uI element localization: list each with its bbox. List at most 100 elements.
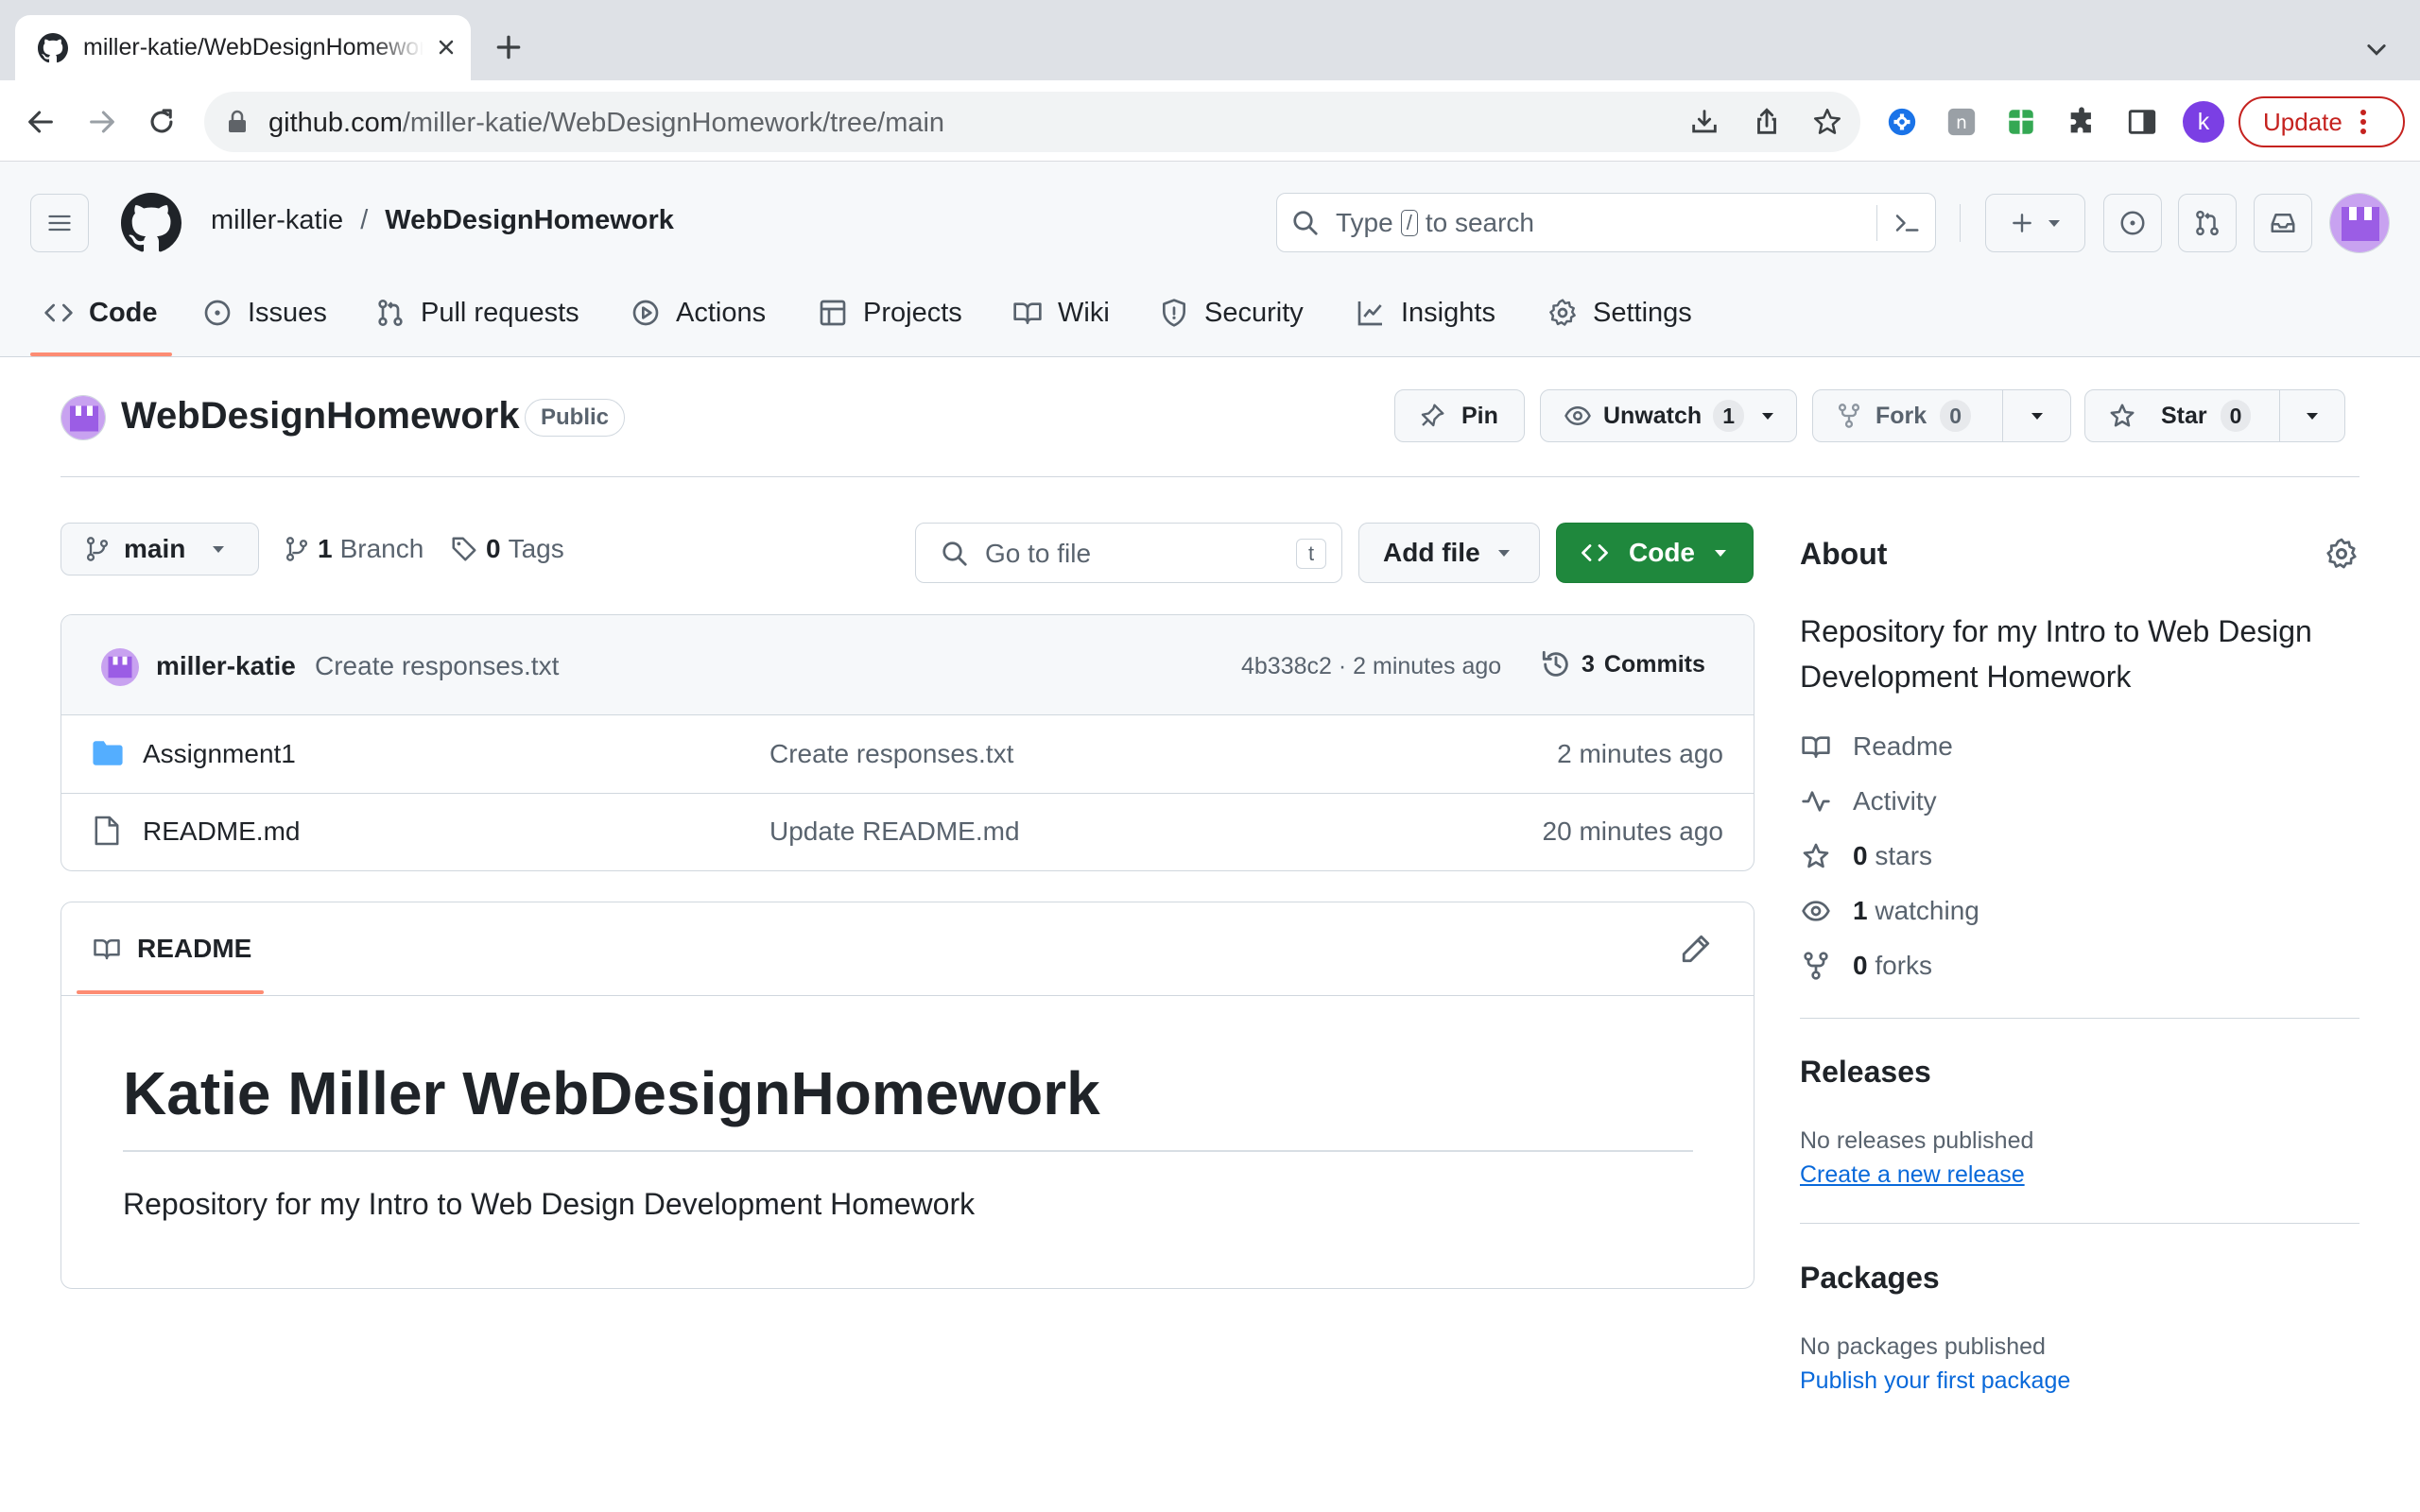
commits-link[interactable]: 3 Commits bbox=[1540, 648, 1705, 680]
create-release-link[interactable]: Create a new release bbox=[1800, 1161, 2025, 1189]
packages-title[interactable]: Packages bbox=[1800, 1261, 1940, 1296]
file-commit-message[interactable]: Update README.md bbox=[769, 816, 1020, 847]
table-row[interactable]: Assignment1 Create responses.txt 2 minut… bbox=[61, 716, 1754, 794]
readme-tab[interactable]: README bbox=[92, 934, 251, 964]
repo-title[interactable]: WebDesignHomework bbox=[121, 395, 520, 438]
search-input[interactable]: Type / to search bbox=[1276, 193, 1936, 252]
file-browser: miller-katie Create responses.txt 4b338c… bbox=[60, 614, 1754, 871]
fork-dropdown[interactable] bbox=[2003, 390, 2070, 441]
profile-avatar[interactable]: k bbox=[2183, 101, 2224, 143]
star-icon bbox=[1800, 841, 1832, 871]
tab-code[interactable]: Code bbox=[43, 289, 158, 336]
tab-projects-label: Projects bbox=[863, 297, 962, 328]
extension-gray-icon[interactable]: n bbox=[1945, 106, 1978, 138]
tab-issues[interactable]: Issues bbox=[202, 289, 327, 336]
commit-meta[interactable]: 4b338c2 · 2 minutes ago bbox=[1241, 653, 1501, 680]
tags-link[interactable]: 0 Tags bbox=[450, 534, 564, 564]
publish-package-link[interactable]: Publish your first package bbox=[1800, 1367, 2070, 1395]
repo-breadcrumb: miller-katie / WebDesignHomework bbox=[211, 205, 674, 236]
branches-link[interactable]: 1 Branch bbox=[284, 534, 424, 564]
go-to-file-placeholder: Go to file bbox=[985, 539, 1092, 568]
pull-requests-button[interactable] bbox=[2178, 194, 2237, 252]
table-row[interactable]: README.md Update README.md 20 minutes ag… bbox=[61, 794, 1754, 870]
tab-settings[interactable]: Settings bbox=[1547, 289, 1692, 336]
hamburger-menu-button[interactable] bbox=[30, 194, 89, 252]
new-tab-icon[interactable] bbox=[493, 32, 524, 62]
unwatch-button[interactable]: Unwatch 1 bbox=[1540, 389, 1797, 442]
add-file-button[interactable]: Add file bbox=[1358, 523, 1540, 583]
watching-link[interactable]: 1 watching bbox=[1800, 892, 1979, 930]
activity-link[interactable]: Activity bbox=[1800, 782, 1937, 820]
code-button[interactable]: Code bbox=[1556, 523, 1754, 583]
file-name[interactable]: Assignment1 bbox=[143, 739, 296, 769]
issues-button[interactable] bbox=[2103, 194, 2162, 252]
extensions-puzzle-icon[interactable] bbox=[2066, 106, 2098, 138]
fork-button[interactable]: Fork 0 bbox=[1813, 390, 2002, 441]
tab-insights[interactable]: Insights bbox=[1356, 289, 1495, 336]
forward-arrow-icon[interactable] bbox=[86, 106, 118, 138]
forks-label: forks bbox=[1875, 951, 1933, 980]
tab-issues-label: Issues bbox=[248, 297, 327, 328]
pin-icon bbox=[1418, 402, 1446, 430]
extension-blue-icon[interactable] bbox=[1886, 106, 1918, 138]
inbox-icon bbox=[2269, 209, 2297, 237]
share-icon[interactable] bbox=[1751, 106, 1783, 138]
stars-link[interactable]: 0 stars bbox=[1800, 837, 1932, 875]
command-palette-icon[interactable] bbox=[1892, 209, 1922, 237]
github-logo-icon[interactable] bbox=[121, 193, 182, 253]
branch-selector[interactable]: main bbox=[60, 523, 259, 576]
book-icon bbox=[1800, 731, 1832, 762]
browser-toolbar: github.com/miller-katie/WebDesignHomewor… bbox=[0, 80, 2420, 162]
repo-link[interactable]: WebDesignHomework bbox=[385, 205, 674, 236]
extension-gift-icon[interactable] bbox=[2005, 106, 2037, 138]
tab-insights-label: Insights bbox=[1401, 297, 1495, 328]
tab-security[interactable]: Security bbox=[1159, 289, 1304, 336]
pin-button[interactable]: Pin bbox=[1394, 389, 1525, 442]
go-to-file-input[interactable]: Go to file t bbox=[915, 523, 1342, 583]
file-commit-message[interactable]: Create responses.txt bbox=[769, 739, 1013, 769]
git-branch-icon bbox=[284, 535, 310, 563]
address-bar[interactable]: github.com/miller-katie/WebDesignHomewor… bbox=[204, 92, 1860, 152]
lock-icon[interactable] bbox=[227, 110, 248, 134]
commit-message[interactable]: Create responses.txt bbox=[315, 651, 559, 681]
star-dropdown[interactable] bbox=[2280, 390, 2344, 441]
repo-description: Repository for my Intro to Web Design De… bbox=[1800, 614, 2312, 694]
side-panel-icon[interactable] bbox=[2126, 106, 2158, 138]
bookmark-star-icon[interactable] bbox=[1811, 106, 1843, 138]
releases-empty-text: No releases published bbox=[1800, 1127, 2034, 1154]
tab-actions[interactable]: Actions bbox=[631, 289, 766, 336]
repo-owner-avatar bbox=[60, 395, 106, 440]
readme-link[interactable]: Readme bbox=[1800, 728, 1953, 765]
tab-wiki[interactable]: Wiki bbox=[1012, 289, 1110, 336]
file-icon bbox=[94, 815, 120, 847]
inbox-button[interactable] bbox=[2254, 194, 2312, 252]
github-header: miller-katie / WebDesignHomework Type / … bbox=[0, 162, 2420, 357]
tab-pull-requests[interactable]: Pull requests bbox=[375, 289, 579, 336]
star-button[interactable]: Star 0 bbox=[2085, 390, 2279, 441]
forks-link[interactable]: 0 forks bbox=[1800, 947, 1932, 985]
tab-projects[interactable]: Projects bbox=[818, 289, 962, 336]
releases-title[interactable]: Releases bbox=[1800, 1055, 1931, 1090]
tab-search-chevron-icon[interactable] bbox=[2363, 36, 2390, 62]
gear-icon[interactable] bbox=[2325, 537, 2359, 571]
browser-tab[interactable]: miller-katie/WebDesignHomework bbox=[15, 15, 471, 80]
fork-count: 0 bbox=[1940, 400, 1971, 432]
close-tab-icon[interactable] bbox=[435, 36, 458, 59]
pencil-edit-icon[interactable] bbox=[1680, 933, 1712, 965]
file-name[interactable]: README.md bbox=[143, 816, 300, 847]
tab-settings-label: Settings bbox=[1593, 297, 1692, 328]
install-app-icon[interactable] bbox=[1688, 106, 1720, 138]
fork-button-group: Fork 0 bbox=[1812, 389, 2071, 442]
user-avatar[interactable] bbox=[2329, 193, 2390, 253]
search-placeholder: Type / to search bbox=[1336, 208, 1534, 238]
issue-opened-icon bbox=[2118, 209, 2147, 237]
update-button[interactable]: Update bbox=[2238, 96, 2405, 147]
reload-icon[interactable] bbox=[146, 106, 178, 138]
file-commit-time: 20 minutes ago bbox=[1542, 816, 1723, 846]
back-arrow-icon[interactable] bbox=[25, 106, 57, 138]
create-new-button[interactable] bbox=[1985, 194, 2085, 252]
commit-author[interactable]: miller-katie bbox=[156, 651, 296, 681]
owner-link[interactable]: miller-katie bbox=[211, 205, 343, 236]
commit-author-avatar[interactable] bbox=[101, 648, 139, 686]
kebab-menu-icon bbox=[2360, 109, 2367, 135]
